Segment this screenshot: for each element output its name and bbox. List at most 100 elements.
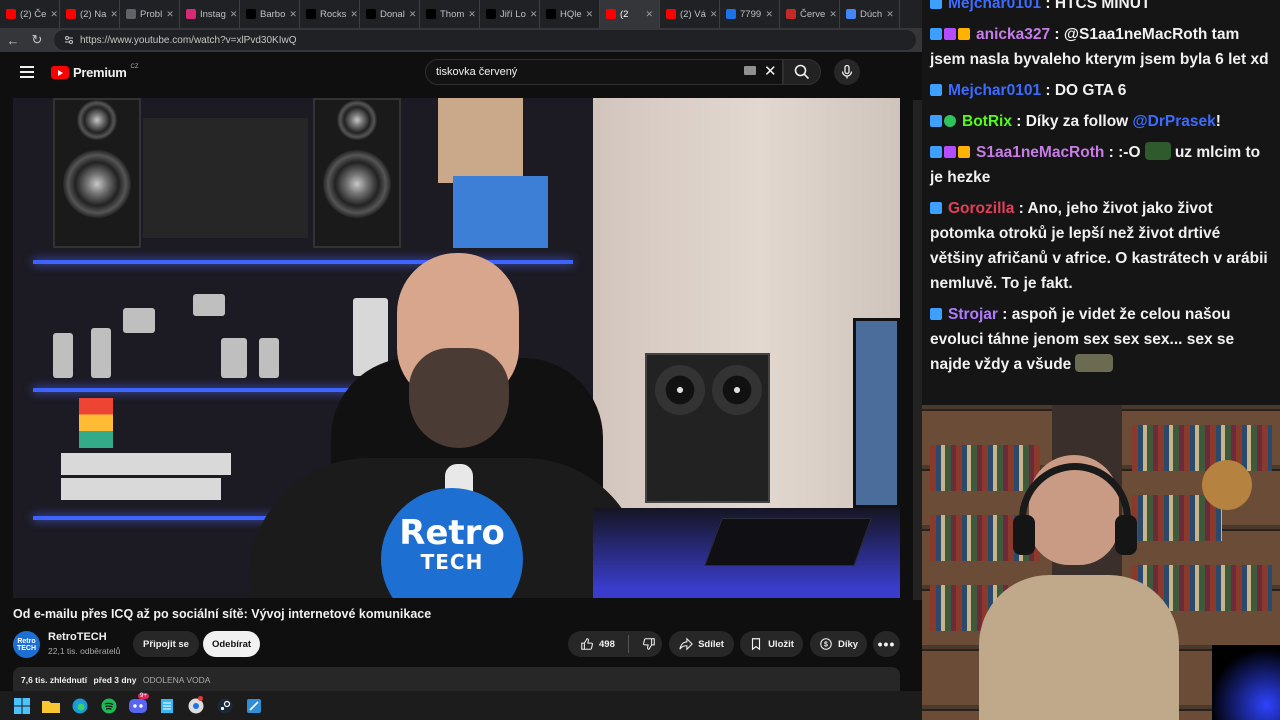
like-icon[interactable] — [580, 637, 594, 651]
youtube-logo[interactable]: Premium CZ — [51, 64, 139, 80]
tab-label: HQle — [560, 8, 582, 20]
search-button[interactable] — [783, 59, 821, 85]
chat-username[interactable]: Mejchar0101 — [948, 82, 1041, 99]
phone — [221, 338, 247, 378]
tab-favicon-icon — [366, 9, 376, 19]
channel-avatar[interactable]: Retro TECH — [13, 631, 40, 658]
tab-favicon-icon — [6, 9, 16, 19]
more-actions-button[interactable]: ••• — [873, 631, 900, 657]
share-button[interactable]: Sdílet — [669, 631, 734, 657]
snipping-tool-icon[interactable] — [244, 696, 264, 716]
tab-close-icon[interactable]: ✕ — [166, 9, 174, 20]
video-player[interactable]: Retro TECH — [13, 98, 900, 598]
chat-badge-icon — [930, 0, 942, 9]
search-input[interactable]: tiskovka červený — [425, 59, 783, 85]
join-button[interactable]: Připojit se — [133, 631, 199, 657]
chrome-icon[interactable] — [186, 695, 206, 716]
spotify-icon[interactable] — [99, 696, 119, 716]
tab-close-icon[interactable]: ✕ — [289, 9, 297, 20]
browser-tab[interactable]: Barbo ✕ — [240, 0, 300, 28]
browser-tab[interactable]: (2 ✕ — [600, 0, 660, 28]
browser-tab[interactable]: Červe ✕ — [780, 0, 840, 28]
description-box[interactable]: 7,6 tis. zhlédnutí před 3 dny ODOLENA VO… — [13, 667, 900, 691]
tab-close-icon[interactable]: ✕ — [829, 9, 837, 20]
browser-tab[interactable]: Instag ✕ — [180, 0, 240, 28]
chat-badge-icon — [944, 146, 956, 158]
browser-tab[interactable]: (2) Vá ✕ — [660, 0, 720, 28]
back-icon[interactable]: ← — [6, 33, 20, 48]
streamer-body — [979, 575, 1179, 720]
tab-label: Červe — [800, 8, 826, 20]
chat-username[interactable]: Strojar — [948, 306, 998, 323]
save-button[interactable]: Uložit — [740, 631, 803, 657]
subscribe-button[interactable]: Odebírat — [203, 631, 260, 657]
windows-start-icon[interactable] — [12, 696, 32, 716]
chat-overlay: Mejchar0101 : HTCS MINUT anicka327 : @S1a… — [922, 0, 1280, 405]
side-strip — [913, 100, 922, 600]
search-value: tiskovka červený — [436, 66, 518, 78]
tab-close-icon[interactable]: ✕ — [765, 9, 773, 20]
stereo-deck — [143, 118, 308, 238]
tab-label: (2) Na — [80, 8, 107, 20]
tab-close-icon[interactable]: ✕ — [409, 9, 417, 20]
tab-close-icon[interactable]: ✕ — [230, 9, 238, 20]
reload-icon[interactable]: ↻ — [30, 32, 44, 48]
browser-tab[interactable]: Dúch ✕ — [840, 0, 900, 28]
youtube-header: Premium CZ tiskovka červený ✕ — [0, 52, 922, 92]
headset-ear — [1013, 515, 1035, 555]
thanks-icon: $ — [820, 638, 832, 650]
tab-close-icon[interactable]: ✕ — [50, 9, 58, 20]
headset-ear — [1115, 515, 1137, 555]
browser-tab[interactable]: Jiří Lo ✕ — [480, 0, 540, 28]
tab-close-icon[interactable]: ✕ — [350, 9, 358, 20]
tab-close-icon[interactable]: ✕ — [110, 9, 118, 20]
keyboard — [704, 518, 872, 566]
steam-icon[interactable] — [215, 696, 235, 716]
file-explorer-icon[interactable] — [41, 696, 61, 716]
chat-username[interactable]: BotRix — [962, 113, 1012, 130]
chat-mention[interactable]: @DrPrasek — [1133, 113, 1216, 130]
clear-search-icon[interactable]: ✕ — [764, 62, 777, 80]
tab-favicon-icon — [726, 9, 736, 19]
browser-tab[interactable]: Thom ✕ — [420, 0, 480, 28]
video-title: Od e-mailu přes ICQ až po sociální sítě:… — [13, 607, 432, 621]
tab-close-icon[interactable]: ✕ — [886, 9, 894, 20]
browser-tab[interactable]: (2) Če ✕ — [0, 0, 60, 28]
chat-username[interactable]: Gorozilla — [948, 200, 1014, 217]
tab-close-icon[interactable]: ✕ — [468, 9, 476, 20]
browser-tab[interactable]: Donal ✕ — [360, 0, 420, 28]
menu-icon[interactable] — [20, 66, 34, 78]
discord-icon[interactable]: 9+ — [128, 692, 149, 716]
edge-icon[interactable] — [70, 696, 90, 716]
tab-close-icon[interactable]: ✕ — [530, 9, 538, 20]
voice-search-button[interactable] — [834, 59, 860, 85]
chat-text: Díky za follow — [1025, 113, 1129, 130]
browser-tab[interactable]: HQle ✕ — [540, 0, 600, 28]
chat-message: Strojar : aspoň je videt že celou našou … — [930, 306, 1235, 373]
thanks-label: Díky — [837, 638, 859, 650]
keyboard-icon[interactable] — [744, 66, 756, 75]
tab-favicon-icon — [126, 9, 136, 19]
channel-name[interactable]: RetroTECH — [48, 631, 107, 643]
url-field[interactable]: https://www.youtube.com/watch?v=xlPvd30K… — [54, 30, 916, 50]
site-info-icon[interactable] — [64, 35, 74, 45]
tab-close-icon[interactable]: ✕ — [586, 9, 594, 20]
tab-close-icon[interactable]: ✕ — [710, 9, 718, 20]
chat-message: anicka327 : @S1aa1neMacRoth tam jsem nas… — [930, 26, 1269, 68]
browser-tab[interactable]: Probl ✕ — [120, 0, 180, 28]
chat-username[interactable]: S1aa1neMacRoth — [976, 144, 1104, 161]
vcr — [61, 478, 221, 500]
chat-text: HTCS MINUT — [1054, 0, 1151, 12]
browser-tab[interactable]: (2) Na ✕ — [60, 0, 120, 28]
tab-label: Rocks — [320, 8, 347, 20]
browser-tab[interactable]: Rocks ✕ — [300, 0, 360, 28]
browser-tab[interactable]: 7799 ✕ — [720, 0, 780, 28]
notepad-icon[interactable] — [157, 696, 177, 716]
dislike-icon[interactable] — [642, 637, 656, 651]
tab-close-icon[interactable]: ✕ — [645, 9, 653, 20]
thanks-button[interactable]: $ Díky — [810, 631, 867, 657]
camera — [123, 308, 155, 333]
chat-message: Mejchar0101 : HTCS MINUT — [930, 0, 1272, 16]
chat-username[interactable]: Mejchar0101 — [948, 0, 1041, 12]
chat-username[interactable]: anicka327 — [976, 26, 1050, 43]
